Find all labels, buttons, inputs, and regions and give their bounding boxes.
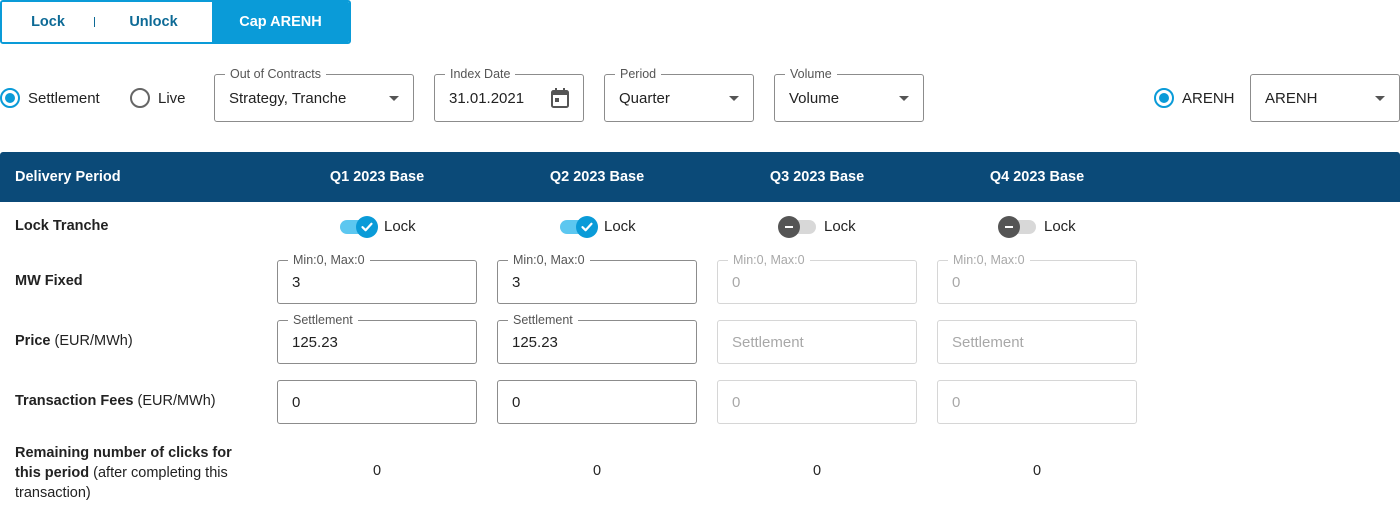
- tab-unlock[interactable]: Unlock: [95, 2, 212, 42]
- lock-toggle-label: Lock: [604, 218, 636, 235]
- header-column: Q3 2023 Base: [769, 169, 865, 185]
- mw-fixed-value: 3: [292, 273, 301, 291]
- row-label-transaction-fees: Transaction Fees (EUR/MWh): [15, 393, 216, 409]
- transaction-fees-input[interactable]: 0: [717, 380, 917, 424]
- chevron-down-icon: [729, 96, 739, 101]
- price-label: Price: [15, 333, 51, 349]
- price-input[interactable]: Settlement: [937, 320, 1137, 364]
- fees-unit: (EUR/MWh): [137, 393, 216, 409]
- lock-tranche-toggle[interactable]: Lock: [998, 215, 1076, 238]
- mw-fixed-input[interactable]: Min:0, Max:0 3: [277, 253, 477, 304]
- lock-tranche-toggle[interactable]: Lock: [560, 215, 636, 238]
- mw-fixed-input[interactable]: Min:0, Max:0 3: [497, 253, 697, 304]
- volume-value: Volume: [789, 89, 840, 107]
- lock-toggle-label: Lock: [1044, 218, 1076, 235]
- table-header: Delivery Period Q1 2023 Base Q2 2023 Bas…: [0, 152, 1400, 202]
- radio-arenh-label: ARENH: [1182, 89, 1235, 107]
- index-date-value: 31.01.2021: [449, 89, 525, 107]
- transaction-fees-value: 0: [512, 393, 521, 411]
- transaction-fees-value: 0: [292, 393, 301, 411]
- check-icon: [361, 222, 373, 231]
- row-label-price: Price (EUR/MWh): [15, 333, 133, 349]
- out-of-contracts-select[interactable]: Out of Contracts Strategy, Tranche: [214, 67, 414, 122]
- remaining-clicks-value: 0: [812, 463, 822, 479]
- volume-select[interactable]: Volume Volume: [774, 67, 924, 122]
- price-value: 125.23: [512, 333, 558, 351]
- toggle-track: [560, 215, 598, 238]
- header-column: Q2 2023 Base: [549, 169, 645, 185]
- lock-toggle-label: Lock: [384, 218, 416, 235]
- row-label-lock-tranche: Lock Tranche: [15, 218, 109, 234]
- minus-icon: [785, 225, 793, 228]
- mode-tab-group: Lock Unlock Cap ARENH: [0, 0, 351, 44]
- radio-settlement-label: Settlement: [28, 89, 100, 107]
- mw-fixed-input[interactable]: Min:0, Max:0 0: [717, 253, 917, 304]
- arenh-select-value: ARENH: [1265, 89, 1318, 107]
- fees-label: Transaction Fees: [15, 393, 134, 409]
- toggle-check-knob: [356, 215, 378, 238]
- toggle-track: [778, 215, 816, 238]
- minus-icon: [1005, 225, 1013, 228]
- price-unit: (EUR/MWh): [54, 333, 133, 349]
- out-of-contracts-value: Strategy, Tranche: [229, 89, 347, 107]
- check-icon: [581, 222, 593, 231]
- price-value: 125.23: [292, 333, 338, 351]
- row-label-mw-fixed: MW Fixed: [15, 273, 83, 289]
- toggle-minus-knob: [998, 215, 1020, 238]
- price-placeholder: Settlement: [952, 333, 1024, 351]
- radio-checked-icon: [0, 88, 20, 108]
- radio-settlement[interactable]: Settlement: [0, 88, 100, 108]
- remaining-clicks-value: 0: [372, 463, 382, 479]
- toggle-track: [340, 215, 378, 238]
- mw-fixed-input[interactable]: Min:0, Max:0 0: [937, 253, 1137, 304]
- header-column: Q1 2023 Base: [329, 169, 425, 185]
- radio-live[interactable]: Live: [130, 88, 186, 108]
- transaction-fees-value: 0: [732, 393, 741, 411]
- radio-arenh[interactable]: ARENH: [1154, 88, 1235, 108]
- mw-fixed-value: 3: [512, 273, 521, 291]
- lock-toggle-label: Lock: [824, 218, 856, 235]
- transaction-fees-input[interactable]: 0: [937, 380, 1137, 424]
- header-column: Q4 2023 Base: [989, 169, 1085, 185]
- price-placeholder: Settlement: [732, 333, 804, 351]
- calendar-icon[interactable]: [551, 88, 569, 108]
- lock-tranche-toggle[interactable]: Lock: [340, 215, 416, 238]
- row-label-remaining-clicks: Remaining number of clicks for this peri…: [15, 443, 255, 503]
- tab-cap-arenh[interactable]: Cap ARENH: [212, 2, 349, 42]
- period-select[interactable]: Period Quarter: [604, 67, 754, 122]
- toggle-track: [998, 215, 1036, 238]
- remaining-clicks-value: 0: [1032, 463, 1042, 479]
- period-value: Quarter: [619, 89, 670, 107]
- mw-fixed-value: 0: [952, 273, 961, 291]
- transaction-fees-value: 0: [952, 393, 961, 411]
- tab-lock[interactable]: Lock: [2, 2, 94, 42]
- remaining-clicks-value: 0: [592, 463, 602, 479]
- arenh-select[interactable]: ARENH: [1250, 74, 1400, 122]
- transaction-fees-input[interactable]: 0: [277, 380, 477, 424]
- transaction-fees-input[interactable]: 0: [497, 380, 697, 424]
- chevron-down-icon: [389, 96, 399, 101]
- radio-live-label: Live: [158, 89, 186, 107]
- price-input[interactable]: Settlement: [717, 320, 917, 364]
- mw-fixed-value: 0: [732, 273, 741, 291]
- radio-unchecked-icon: [130, 88, 150, 108]
- chevron-down-icon: [899, 96, 909, 101]
- price-input[interactable]: Settlement 125.23: [497, 313, 697, 364]
- radio-checked-icon: [1154, 88, 1174, 108]
- price-input[interactable]: Settlement 125.23: [277, 313, 477, 364]
- toggle-minus-knob: [778, 215, 800, 238]
- toggle-check-knob: [576, 215, 598, 238]
- header-delivery-period: Delivery Period: [15, 169, 121, 185]
- index-date-field[interactable]: Index Date 31.01.2021: [434, 67, 584, 122]
- chevron-down-icon: [1375, 96, 1385, 101]
- lock-tranche-toggle[interactable]: Lock: [778, 215, 856, 238]
